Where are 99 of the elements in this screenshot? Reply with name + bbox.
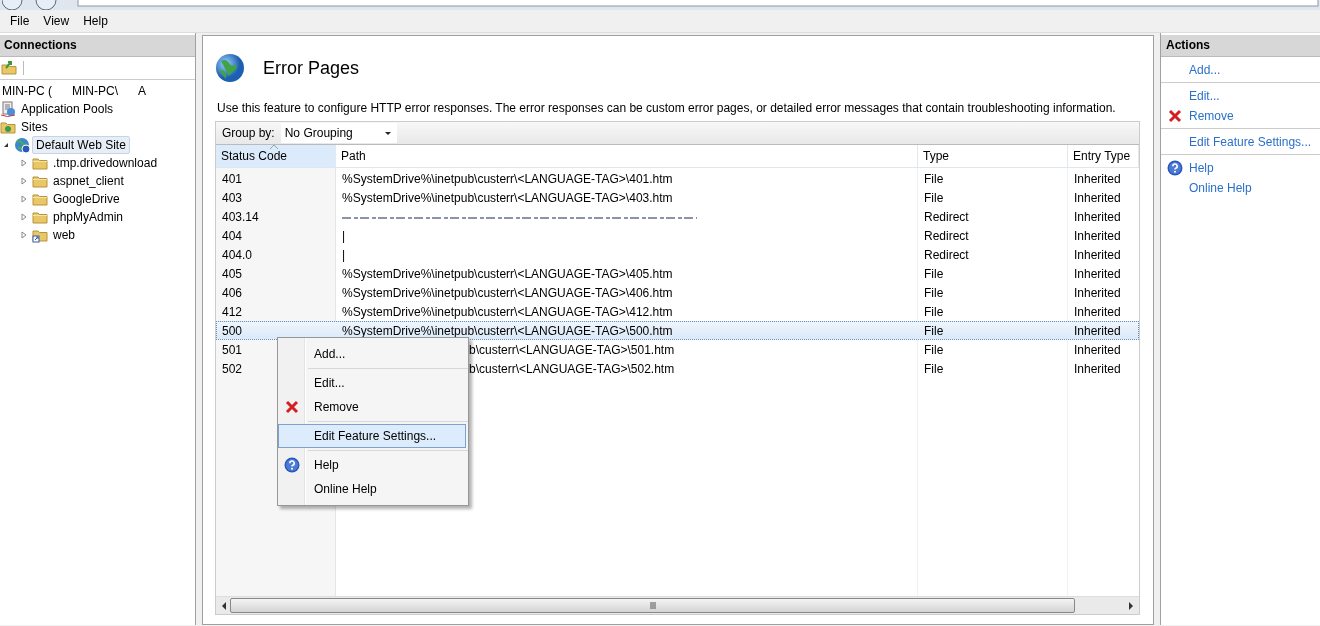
help-icon bbox=[284, 457, 300, 473]
group-by-dropdown[interactable]: No Grouping bbox=[280, 123, 397, 143]
context-menu-item[interactable]: Edit Feature Settings... bbox=[278, 424, 466, 448]
column-header[interactable]: Entry Type bbox=[1068, 145, 1139, 167]
table-cell: | bbox=[342, 247, 346, 262]
table-cell: 401 bbox=[222, 171, 243, 186]
table-cell: Redirect bbox=[924, 209, 969, 224]
context-menu-item[interactable]: Add... bbox=[278, 342, 466, 366]
selected-table-row[interactable]: 500 %SystemDrive%\inetpub\custerr\<LANGUAGE-TAG>\500.htm File Inherited bbox=[216, 321, 1139, 340]
table-cell: File bbox=[924, 323, 944, 338]
table-cell: 501 bbox=[222, 342, 243, 357]
table-cell: Inherited bbox=[1074, 171, 1121, 186]
action-link[interactable]: Help bbox=[1189, 161, 1214, 175]
menu-item[interactable]: View bbox=[37, 14, 78, 28]
action-link[interactable]: Add... bbox=[1189, 63, 1221, 77]
menu-item[interactable]: Help bbox=[77, 14, 116, 28]
tree-item[interactable]: .tmp.drivedownload bbox=[50, 155, 161, 171]
table-cell: 404.0 bbox=[222, 247, 253, 262]
application-pools-icon bbox=[0, 101, 16, 117]
connect-folder-icon bbox=[1, 60, 17, 76]
table-cell: 412 bbox=[222, 304, 243, 319]
server-node-text[interactable]: MIN-PC\ bbox=[72, 84, 118, 98]
table-cell: File bbox=[924, 285, 944, 300]
tree-item[interactable]: web bbox=[50, 227, 78, 243]
table-cell: Redirect bbox=[924, 247, 969, 262]
table-cell: Inherited bbox=[1074, 228, 1121, 243]
table-cell: Inherited bbox=[1074, 361, 1121, 376]
table-cell: File bbox=[924, 171, 944, 186]
table-cell: Inherited bbox=[1074, 247, 1121, 262]
tree-item[interactable]: Default Web Site bbox=[32, 136, 130, 154]
scroll-right-icon bbox=[1129, 601, 1133, 610]
menu-item[interactable]: File bbox=[4, 14, 38, 28]
context-menu-item[interactable]: Help bbox=[278, 453, 466, 477]
table-cell: File bbox=[924, 304, 944, 319]
table-cell: Inherited bbox=[1074, 323, 1121, 338]
help-icon bbox=[1167, 160, 1183, 176]
action-link[interactable]: Edit... bbox=[1189, 89, 1220, 103]
tree-item[interactable]: GoogleDrive bbox=[50, 191, 123, 207]
action-link[interactable]: Remove bbox=[1189, 109, 1234, 123]
table-cell: File bbox=[924, 190, 944, 205]
table-cell: Inherited bbox=[1074, 285, 1121, 300]
table-cell: File bbox=[924, 361, 944, 376]
table-cell: %SystemDrive%\inetpub\custerr\<LANGUAGE-TAG>\401.htm bbox=[342, 171, 673, 186]
tree-item[interactable]: Sites bbox=[18, 119, 51, 135]
remove-icon bbox=[1168, 109, 1182, 123]
folder-icon bbox=[32, 209, 48, 225]
globe-icon bbox=[215, 53, 245, 83]
table-cell: File bbox=[924, 342, 944, 357]
folder-icon bbox=[32, 191, 48, 207]
table-cell: %SystemDrive%\inetpub\custerr\<LANGUAGE-TAG>\403.htm bbox=[342, 190, 673, 205]
table-cell: Inherited bbox=[1074, 209, 1121, 224]
action-link[interactable]: Edit Feature Settings... bbox=[1189, 135, 1312, 149]
server-node-text[interactable]: A bbox=[138, 84, 146, 98]
table-cell: 502 bbox=[222, 361, 243, 376]
feature-description: Use this feature to configure HTTP error responses. The error responses can be custom error pages, or detailed error messages that contain troubleshooting information. bbox=[217, 101, 1117, 115]
tree-item[interactable]: Application Pools bbox=[18, 101, 117, 117]
table-cell: 403 bbox=[222, 190, 243, 205]
server-node-text[interactable]: MIN-PC ( bbox=[2, 84, 52, 98]
tree-item[interactable]: phpMyAdmin bbox=[50, 209, 127, 225]
table-cell: Redirect bbox=[924, 228, 969, 243]
scroll-left-icon bbox=[222, 601, 226, 610]
table-cell: Inherited bbox=[1074, 304, 1121, 319]
folder-icon bbox=[32, 173, 48, 189]
table-cell: %SystemDrive%\inetpub\custerr\<LANGUAGE-TAG>\406.htm bbox=[342, 285, 673, 300]
sites-folder-icon bbox=[0, 119, 16, 135]
table-cell: Inherited bbox=[1074, 266, 1121, 281]
column-header[interactable]: Status Code bbox=[216, 145, 336, 167]
dropdown-caret-icon bbox=[384, 131, 391, 135]
table-cell: %SystemDrive%\inetpub\custerr\<LANGUAGE-TAG>\405.htm bbox=[342, 266, 673, 281]
shortcut-folder-icon bbox=[32, 227, 48, 243]
action-link[interactable]: Online Help bbox=[1189, 181, 1252, 195]
column-header[interactable]: Type bbox=[918, 145, 1068, 167]
table-cell: File bbox=[924, 266, 944, 281]
context-menu-item[interactable]: Edit... bbox=[278, 371, 466, 395]
panel-title: Connections bbox=[0, 35, 195, 57]
remove-icon bbox=[285, 400, 299, 414]
table-cell: Inherited bbox=[1074, 342, 1121, 357]
table-cell: 406 bbox=[222, 285, 243, 300]
group-by-label: Group by: bbox=[222, 126, 275, 140]
table-cell: 403.14 bbox=[222, 209, 259, 224]
globe-icon bbox=[14, 137, 30, 153]
column-header[interactable]: Path bbox=[336, 145, 918, 167]
grip-icon bbox=[649, 602, 656, 609]
horizontal-scrollbar[interactable] bbox=[216, 596, 1139, 614]
table-cell: 500 bbox=[222, 323, 243, 338]
table-cell: b\custerr\<LANGUAGE-TAG>\501.htm bbox=[469, 342, 675, 357]
table-cell: 405 bbox=[222, 266, 243, 281]
table-cell: | bbox=[342, 228, 346, 243]
panel-title: Actions bbox=[1161, 35, 1320, 57]
folder-icon bbox=[32, 155, 48, 171]
table-cell: b\custerr\<LANGUAGE-TAG>\502.htm bbox=[469, 361, 675, 376]
table-cell: %SystemDrive%\inetpub\custerr\<LANGUAGE-TAG>\412.htm bbox=[342, 304, 673, 319]
feature-title: Error Pages bbox=[263, 57, 360, 79]
context-menu-item[interactable]: Remove bbox=[278, 395, 466, 419]
table-cell: %SystemDrive%\inetpub\custerr\<LANGUAGE-TAG>\500.htm bbox=[342, 323, 673, 338]
table-cell: 404 bbox=[222, 228, 243, 243]
context-menu-item[interactable]: Online Help bbox=[278, 477, 466, 501]
tree-item[interactable]: aspnet_client bbox=[50, 173, 127, 189]
table-cell: Inherited bbox=[1074, 190, 1121, 205]
